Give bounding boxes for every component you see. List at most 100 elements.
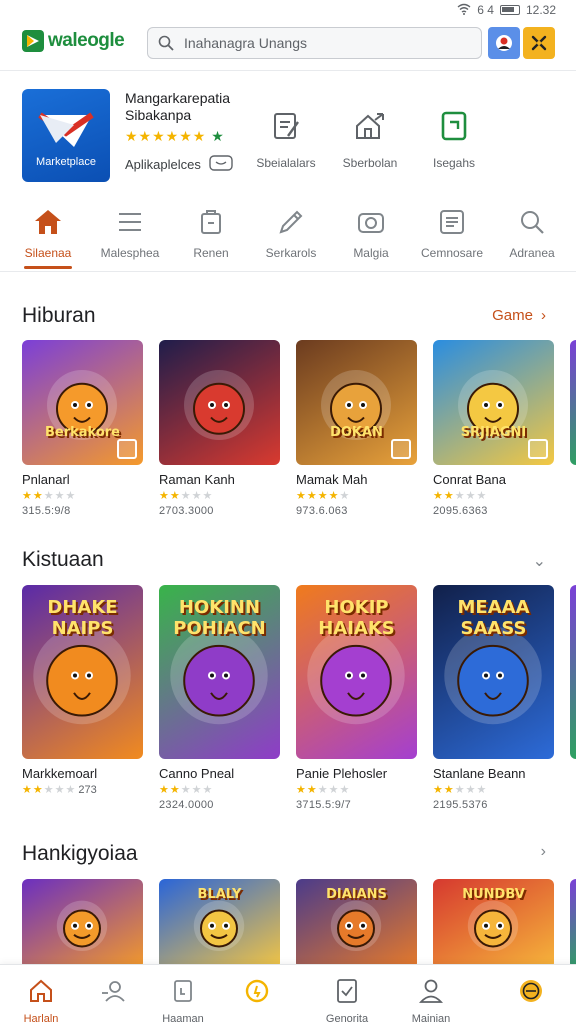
app-rating-stars: ★★★★★ (159, 784, 214, 796)
artwork-title-text: DHAKE NAIPS (47, 597, 118, 639)
box-icon (174, 980, 192, 1002)
rating-extra-star: ★ (211, 128, 225, 144)
section-title: Hiburan (22, 304, 96, 327)
app-rating-stars: ★★★★★ (22, 490, 77, 502)
menu-icon (119, 213, 141, 231)
box-icon (201, 210, 221, 234)
tab-home[interactable]: Silaenaa (7, 206, 89, 260)
app-tile[interactable]: MEAAA SAASS Stanlane Beann ★★★★★ 2195.5376 (433, 585, 554, 811)
signal-text: 6 4 (477, 3, 494, 17)
featured-action-2[interactable]: Isegahs (414, 108, 494, 170)
artwork-title-text: SRJIAGNI (460, 425, 527, 440)
home-icon (35, 210, 61, 234)
download-count: 2095.6363 (433, 505, 488, 517)
app-tile-artwork: DHAKE NAIPS (22, 585, 143, 759)
featured-app-category[interactable]: Aplikaplelces (125, 155, 233, 173)
home-icon (30, 979, 52, 1002)
nav-genorita[interactable]: Genorita (312, 977, 382, 1024)
app-name: Stanlane Beann (433, 766, 526, 781)
app-header: waleogle Inahanagra Unangs (0, 24, 576, 64)
featured-app-title[interactable]: Mangarkarepatia Sibakanpa (125, 90, 230, 124)
app-tile[interactable]: BLALY (159, 879, 280, 969)
tab-malgia[interactable]: Malgia (330, 206, 412, 260)
wifi-icon (457, 3, 471, 18)
app-rating-stars: ★★★★★ 273 (22, 784, 97, 796)
tab-label: Malesphea (100, 246, 160, 260)
app-tile-artwork: BLALY (159, 879, 280, 969)
download-count: 973.6.063 (296, 505, 348, 517)
download-count: 3715.5:9/7 (296, 799, 351, 811)
open-badge-icon (391, 439, 411, 459)
tab-cemnosare[interactable]: Cemnosare (411, 206, 493, 260)
app-tile[interactable]: NUNDBV (433, 879, 554, 969)
tab-label: Malgia (353, 246, 389, 260)
nav-label: Genorita (325, 1013, 369, 1024)
battery-icon (499, 5, 520, 15)
artwork-title-text: DIAIANS (326, 887, 387, 902)
app-name: Raman Kanh (159, 472, 235, 487)
app-tile[interactable]: Berkakore Pnlanarl ★★★★★ 315.5:9/8 (22, 340, 143, 517)
play-logo-icon (22, 30, 44, 52)
nav-mainian[interactable]: Mainian (396, 977, 466, 1024)
app-tile[interactable]: DHAKE NAIPS Markkemoarl ★★★★★ 273 (22, 585, 143, 811)
tab-label: Silaenaa (24, 246, 72, 260)
featured-app-icon[interactable]: Marketplace (22, 89, 110, 182)
app-name: Mamak Mah (296, 472, 368, 487)
app-tile-artwork (22, 879, 143, 969)
featured-app-title-line2: Sibakanpa (125, 107, 192, 123)
app-tile-peek[interactable] (570, 340, 576, 517)
app-tile-artwork: DIAIANS (296, 879, 417, 969)
store-logo[interactable]: waleogle (22, 30, 125, 52)
app-tile-artwork (159, 340, 280, 465)
app-rating-stars: ★★★★★ (159, 490, 214, 502)
app-rating-stars: ★★★★★ (296, 490, 351, 502)
featured-action-0[interactable]: Sbeialalars (246, 108, 326, 170)
app-tile-peek[interactable] (570, 585, 576, 811)
nav-haaman[interactable]: Haaman (148, 977, 218, 1024)
app-tile-artwork (570, 340, 576, 465)
character-illustration (184, 370, 254, 440)
rating-stars: ★★★★★★ (125, 128, 207, 144)
tab-serkarols[interactable]: Serkarols (250, 206, 332, 260)
profile-button[interactable] (488, 27, 520, 59)
app-tile[interactable]: DOKAN Mamak Mah ★★★★★ 973.6.063 (296, 340, 417, 517)
logo-text: waleogle (48, 30, 125, 51)
chevron-right-icon[interactable]: › (541, 843, 546, 861)
app-tile[interactable]: HOKINN POHIACN Canno Pneal ★★★★★ 2324.0000 (159, 585, 280, 811)
document-edit-icon (274, 113, 299, 139)
search-input[interactable]: Inahanagra Unangs (147, 27, 482, 59)
nav-rewards[interactable] (496, 977, 566, 1013)
nav-label: Mainian (411, 1013, 451, 1024)
section-title: Kistuaan (22, 548, 104, 571)
app-tile-peek[interactable] (570, 879, 576, 969)
app-tile[interactable]: SRJIAGNI Conrat Bana ★★★★★ 2095.6363 (433, 340, 554, 517)
header-divider (0, 70, 576, 71)
featured-action-1[interactable]: Sberbolan (330, 108, 410, 170)
artwork-title-text: Berkakore (44, 425, 120, 440)
app-tile[interactable] (22, 879, 143, 969)
nav-home[interactable]: Harlaln (6, 977, 76, 1024)
app-tile-artwork: Berkakore (22, 340, 143, 465)
nav-coins[interactable] (222, 977, 292, 1013)
app-tile[interactable]: DIAIANS (296, 879, 417, 969)
tab-label: Serkarols (265, 246, 317, 260)
tools-icon (531, 35, 547, 51)
nav-people[interactable] (78, 977, 148, 1013)
chevron-down-icon[interactable]: ⌄ (533, 551, 546, 571)
home-share-icon (356, 113, 384, 139)
app-tile[interactable]: Raman Kanh ★★★★★ 2703.3000 (159, 340, 280, 517)
tab-adranea[interactable]: Adranea (491, 206, 573, 260)
tab-categories[interactable]: Malesphea (89, 206, 171, 260)
app-rating-stars: ★★★★★ (433, 784, 488, 796)
section-link-game[interactable]: Game › (492, 307, 546, 324)
tools-button[interactable] (523, 27, 555, 59)
featured-app: Marketplace Mangarkarepatia Sibakanpa ★★… (0, 86, 576, 186)
coin-orange-icon (520, 980, 542, 1002)
status-bar: 6 4 12.32 (0, 0, 576, 20)
app-tile-artwork: SRJIAGNI (433, 340, 554, 465)
artwork-title-text: HOKINN POHIACN (173, 597, 266, 639)
tab-renen[interactable]: Renen (170, 206, 252, 260)
coin-icon (245, 979, 269, 1003)
download-count: 2324.0000 (159, 799, 214, 811)
app-tile[interactable]: HOKIP HAIAKS Panie Plehosler ★★★★★ 3715.5:9… (296, 585, 417, 811)
